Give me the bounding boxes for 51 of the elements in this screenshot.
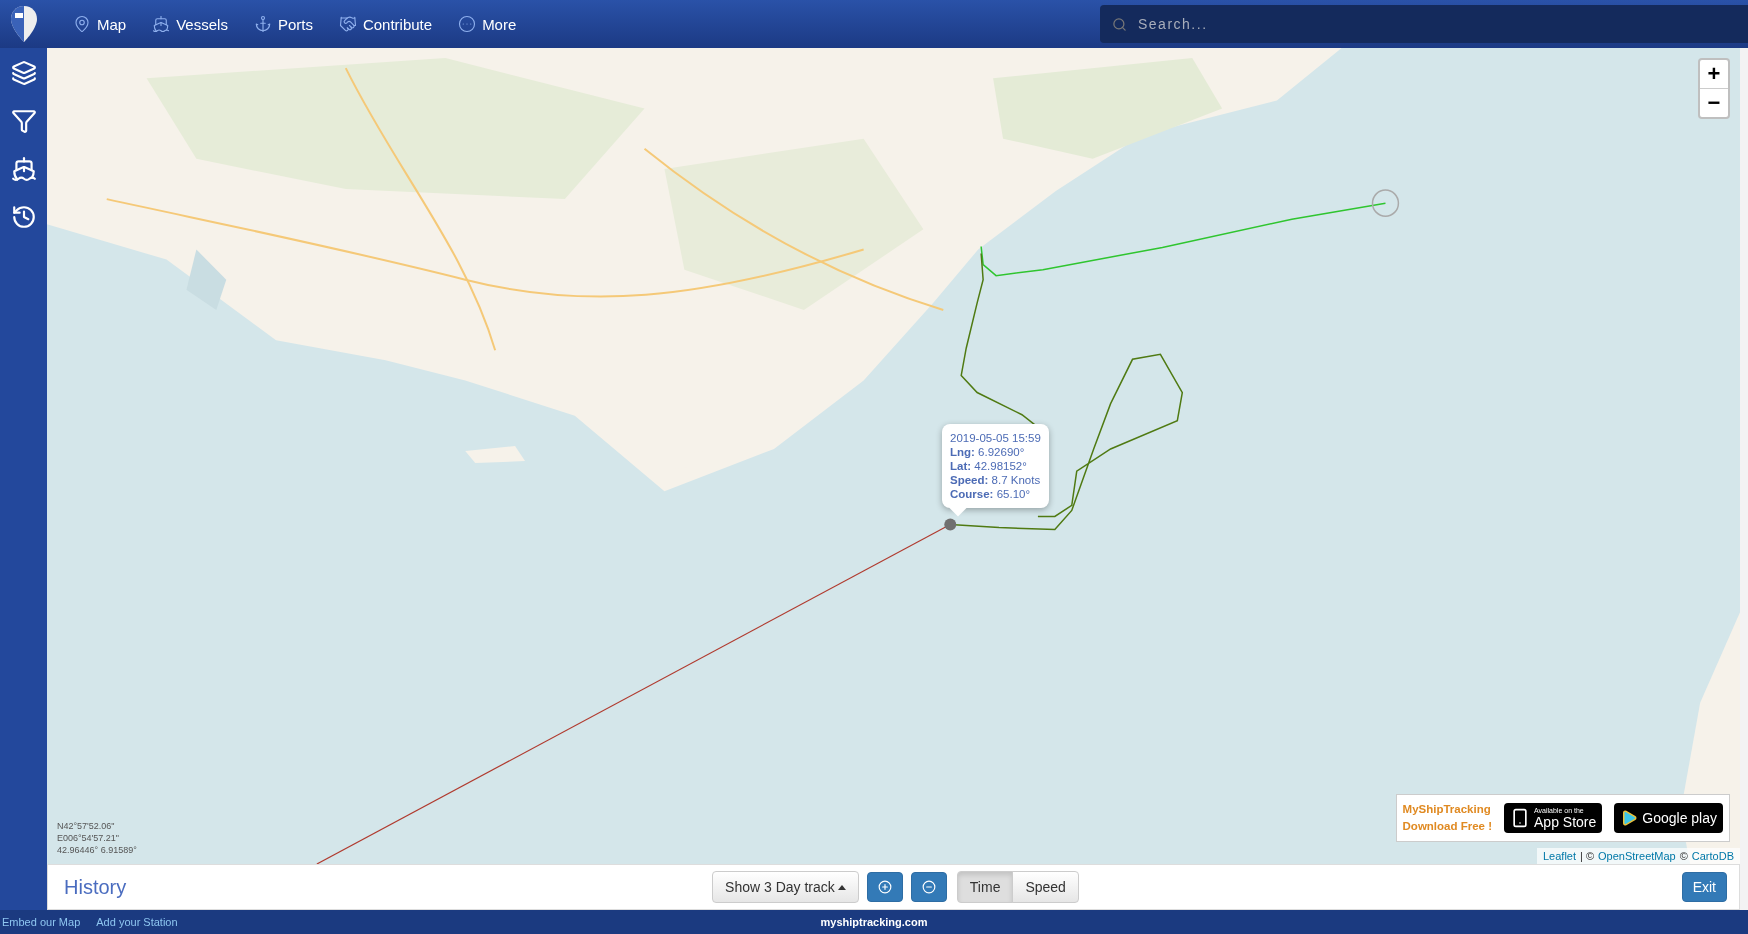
attribution-link[interactable]: Leaflet xyxy=(1543,850,1576,862)
minus-icon xyxy=(921,880,936,894)
attribution-text: © xyxy=(1679,850,1688,862)
cursor-coordinate: E006°54'57.21" xyxy=(57,832,121,844)
popup-time: 2019-05-05 15:59 xyxy=(950,431,1041,445)
zoom-in-button[interactable] xyxy=(866,872,903,902)
attribution-link[interactable]: OpenStreetMap xyxy=(1598,850,1676,862)
handshake-icon xyxy=(338,15,357,33)
promo-title: MyShipTracking xyxy=(1402,802,1492,817)
filter-icon[interactable] xyxy=(10,108,37,134)
search-field[interactable]: Search... xyxy=(1100,5,1748,43)
site-name: myshiptracking.com xyxy=(820,916,928,928)
nav-link[interactable]: Contribute xyxy=(338,15,433,33)
mode-toggle[interactable]: Speed xyxy=(1012,871,1079,903)
attribution-text: | © xyxy=(1580,850,1595,862)
phone-icon xyxy=(1510,808,1530,828)
popup-detail: Lng: 6.92690° xyxy=(950,445,1026,459)
nav-link[interactable]: Ports xyxy=(253,15,313,33)
nav-link[interactable]: Vessels xyxy=(152,15,228,33)
popup-detail: Lat: 42.98152° xyxy=(950,459,1028,473)
track-dropdown-button[interactable]: Show 3 Day track xyxy=(712,871,859,903)
ship-icon xyxy=(152,15,171,33)
ellipsis-icon xyxy=(458,15,477,33)
attribution-link[interactable]: CartoDB xyxy=(1691,850,1734,862)
promo-subtitle: Download Free ! xyxy=(1402,819,1492,834)
mode-toggle[interactable]: Time xyxy=(956,871,1014,903)
ship-icon[interactable] xyxy=(10,156,37,182)
history-icon[interactable] xyxy=(10,204,37,230)
zoom-out-button[interactable]: − xyxy=(1700,88,1728,117)
zoom-in-button[interactable]: + xyxy=(1700,60,1728,88)
layers-icon[interactable] xyxy=(10,60,37,86)
store-badge[interactable]: Google play xyxy=(1614,803,1723,833)
position-marker[interactable] xyxy=(944,518,957,531)
logo-icon[interactable] xyxy=(9,5,38,43)
caret-icon xyxy=(837,884,846,890)
anchor-icon xyxy=(253,15,272,33)
popup-detail: Course: 65.10° xyxy=(950,487,1032,501)
nav-link[interactable]: More xyxy=(458,15,517,33)
play-icon xyxy=(1620,809,1639,827)
history-title: History xyxy=(64,875,128,899)
search-icon xyxy=(1112,17,1127,32)
popup-detail: Speed: 8.7 Knots xyxy=(950,473,1041,487)
plus-icon xyxy=(877,880,892,894)
footer-link[interactable]: Embed our Map xyxy=(2,916,81,928)
zoom-out-button[interactable] xyxy=(910,872,947,902)
exit-button[interactable]: Exit xyxy=(1681,872,1727,902)
footer-link[interactable]: Add your Station xyxy=(96,916,178,928)
nav-link[interactable]: Map xyxy=(73,15,127,33)
map-pin-icon xyxy=(73,15,91,33)
cursor-coordinate: N42°57'52.06" xyxy=(57,820,116,832)
cursor-coordinate: 42.96446° 6.91589° xyxy=(57,844,137,856)
